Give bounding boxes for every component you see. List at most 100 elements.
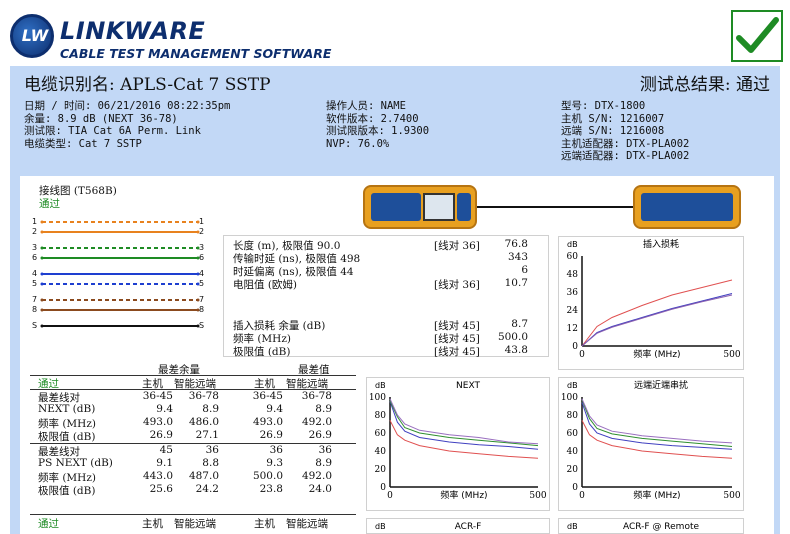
x-tick-label: 500 — [529, 491, 546, 501]
worst-cell: 493.0 — [142, 416, 173, 428]
linkware-logo-icon: LW — [10, 14, 54, 58]
worst-cell: 26.9 — [259, 429, 283, 441]
y-tick-label: 20 — [567, 465, 579, 475]
worst-cell: 24.0 — [308, 483, 332, 495]
worst-cell: 486.0 — [188, 416, 219, 428]
insertion-loss-chart: 插入损耗 dB 0 12 24 36 48 60 0 500 频率 (MHz) — [558, 236, 744, 370]
worst-cell: 36-45 — [252, 390, 283, 402]
y-tick-label: 40 — [567, 447, 579, 457]
measure-label: 极限值 (dB) — [233, 346, 291, 358]
chart-ylabel: dB — [567, 522, 578, 531]
chart-title: ACR-F — [455, 522, 482, 532]
info-col-3: 型号: DTX-1800 主机 S/N: 1216007 远端 S/N: 121… — [561, 100, 689, 163]
x-tick-label: 500 — [723, 491, 740, 501]
remote-next-chart: 远端近端串扰 dB 0 20 40 60 80 100 0 500 频率 (MHz) — [558, 377, 744, 511]
info-line: 主机适配器: DTX-PLA002 — [561, 137, 690, 150]
worst-row-label: 极限值 (dB) — [38, 431, 96, 443]
info-col-2: 操作人员: NAME 软件版本: 2.7400 测试限版本: 1.9300 NV… — [326, 100, 429, 150]
chart-ylabel: dB — [375, 381, 386, 390]
overall-result: 测试总结果: 通过 — [639, 75, 770, 95]
wire-pin-label: 3 — [32, 243, 38, 252]
brand-name: LINKWARE — [60, 17, 206, 45]
test-cable-line — [477, 206, 633, 208]
pass-badge — [731, 10, 783, 62]
wire-pin-label: 4 — [199, 269, 205, 278]
wire-pin-label: 4 — [32, 269, 38, 278]
y-tick-label: 24 — [567, 306, 579, 316]
wire-pin-label: 1 — [199, 217, 205, 226]
wiremap-diagram — [40, 220, 200, 328]
y-tick-label: 100 — [369, 393, 386, 403]
y-tick-label: 36 — [567, 288, 579, 298]
info-line: 余量: 8.9 dB (NEXT 36-78) — [24, 112, 178, 125]
measure-pair: [线对 36] — [434, 240, 480, 252]
acr-f-chart: ACR-F dB — [366, 518, 550, 534]
wire-pin-label: 8 — [199, 305, 205, 314]
info-line: 测试限: TIA Cat 6A Perm. Link — [24, 125, 201, 137]
worst-cell: 36-78 — [301, 390, 332, 402]
wire-pin-label: 8 — [32, 305, 38, 314]
col-remote: 智能远端 — [286, 518, 328, 530]
worst-cell: 36 — [269, 444, 283, 456]
measure-value: 8.7 — [511, 318, 528, 330]
y-tick-label: 60 — [567, 252, 579, 262]
y-tick-label: 20 — [375, 465, 387, 475]
wiremap-status: 通过 — [39, 198, 60, 210]
info-line: 远端适配器: DTX-PLA002 — [561, 150, 690, 162]
worst-row-label: 极限值 (dB) — [38, 485, 96, 497]
measure-pair: [线对 45] — [434, 346, 480, 358]
col-main: 主机 — [142, 518, 163, 530]
y-tick-label: 0 — [572, 342, 578, 352]
brand-subtitle: CABLE TEST MANAGEMENT SOFTWARE — [60, 46, 332, 61]
next-chart: NEXT dB 0 20 40 60 80 100 0 500 频率 (MHz) — [366, 377, 550, 511]
wire-pin-label: 1 — [32, 217, 38, 226]
worst-cell: 8.8 — [202, 457, 219, 469]
chart-title: ACR-F @ Remote — [623, 522, 700, 532]
worst-cell: 8.9 — [202, 403, 219, 415]
x-tick-label: 500 — [723, 350, 740, 360]
y-tick-label: 80 — [567, 411, 579, 421]
measure-pair: [线对 36] — [434, 279, 480, 291]
info-col-1: 日期 / 时间: 06/21/2016 08:22:35pm 余量: 8.9 d… — [24, 100, 230, 150]
worst-cell: 500.0 — [252, 470, 283, 482]
worst-cell: 36-45 — [142, 390, 173, 402]
y-tick-label: 80 — [375, 411, 387, 421]
info-line: 测试限版本: 1.9300 — [326, 125, 430, 137]
block3-status: 通过 — [38, 518, 59, 530]
y-tick-label: 48 — [567, 270, 579, 280]
x-tick-label: 0 — [579, 350, 585, 360]
y-tick-label: 60 — [375, 429, 387, 439]
wire-pin-label: 3 — [199, 243, 205, 252]
info-line: 日期 / 时间: 06/21/2016 08:22:35pm — [24, 100, 231, 112]
wire-pin-label: 2 — [199, 227, 205, 236]
col-remote: 智能远端 — [174, 518, 216, 530]
wire-pin-label: 6 — [199, 253, 205, 262]
info-line: 操作人员: NAME — [326, 100, 406, 112]
worst-cell: 25.6 — [149, 483, 173, 495]
measure-label: 电阻值 (欧姆) — [233, 279, 298, 291]
info-line: 远端 S/N: 1216008 — [561, 125, 665, 137]
chart-ylabel: dB — [375, 522, 386, 531]
wire-pin-label: 7 — [32, 295, 38, 304]
y-tick-label: 12 — [567, 324, 578, 334]
info-line: 软件版本: 2.7400 — [326, 112, 419, 125]
remote-tester-icon — [633, 185, 741, 229]
info-line: NVP: 76.0% — [326, 137, 390, 150]
worst-cell: 9.4 — [156, 403, 173, 415]
col-main: 主机 — [254, 518, 275, 530]
worst-cell: 26.9 — [308, 429, 332, 441]
wire-pin-label: 2 — [32, 227, 38, 236]
worst-cell: 493.0 — [252, 416, 283, 428]
worst-cell: 9.1 — [156, 457, 173, 469]
worst-cell: 36-78 — [188, 390, 219, 402]
worst-cell: 492.0 — [301, 416, 332, 428]
y-tick-label: 40 — [375, 447, 387, 457]
wire-pin-label: S — [199, 321, 205, 330]
chart-title: NEXT — [456, 381, 480, 391]
worst-cell: 492.0 — [301, 470, 332, 482]
measure-value: 76.8 — [504, 238, 528, 250]
chart-title: 插入损耗 — [643, 238, 679, 250]
cable-id: 电缆识别名: APLS-Cat 7 SSTP — [24, 75, 271, 95]
worst-row-label: PS NEXT (dB) — [38, 457, 113, 469]
wire-pin-label: 5 — [199, 279, 205, 288]
